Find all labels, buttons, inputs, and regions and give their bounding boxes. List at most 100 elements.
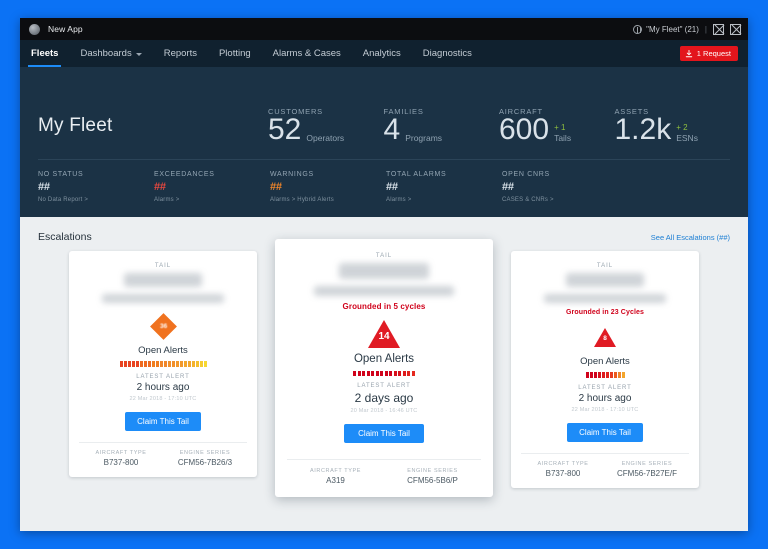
alert-badge-wrapper: 36 [79,309,247,343]
mini-stat-label: NO STATUS [38,171,84,178]
nav-item-label: Alarms & Cases [272,48,341,59]
severity-dot [597,372,601,378]
aircraft-type-label: AIRCRAFT TYPE [537,461,589,467]
latest-alert-time: 2 days ago [354,391,414,405]
page-title: My Fleet [38,115,113,136]
nav-item-fleets[interactable]: Fleets [20,40,69,67]
latest-alert-timestamp: 22 Mar 2018 - 17:10 UTC [129,396,197,402]
card-footer: AIRCRAFT TYPE B737-800 ENGINE SERIES CFM56-… [79,442,247,467]
kpi-side: + 2 ESNs [676,123,698,145]
engine-series-label: ENGINE SERIES [407,468,458,474]
nav-item-label: Dashboards [80,48,132,59]
engine-series-value: CFM56-7B26/3 [177,458,233,467]
tail-label: TAIL [375,253,393,259]
fleet-selector[interactable]: "My Fleet" (21) [633,24,699,34]
mini-stat-link[interactable]: Alarms > Hybrid Alerts [270,197,386,203]
kpi-value-row: 600 + 1 Tails [499,115,615,145]
operator-name-redacted [102,294,224,303]
mini-stat-warnings: WARNINGS ## Alarms > Hybrid Alerts [270,171,386,203]
mini-stat-link[interactable]: Alarms > [386,197,502,203]
latest-alert-label: LATEST ALERT [136,374,190,380]
alert-diamond-icon: 36 [149,312,177,340]
severity-dot [147,361,151,367]
kpi-side: Operators [306,133,344,145]
operator-name-redacted [544,294,666,303]
severity-dot [159,361,163,367]
severity-dot [191,361,195,367]
severity-dot [398,371,402,376]
claim-tail-button[interactable]: Claim This Tail [125,412,201,431]
kpi-value-row: 52 Operators [268,115,384,145]
escalation-card-list: TAIL 36 Open Alerts LATEST ALERT 2 hours ago… [38,239,730,497]
grounded-status: Grounded in 5 cycles [342,302,426,311]
severity-dot [167,361,171,367]
severity-dot [187,361,191,367]
escalation-card[interactable]: TAIL 36 Open Alerts LATEST ALERT 2 hours ago… [69,251,257,477]
mini-stat-link[interactable]: Alarms > [154,197,270,203]
kpi-delta: + 2 [676,123,688,133]
severity-dot [589,372,593,378]
severity-dot [353,371,357,376]
open-alerts-label: Open Alerts [138,345,188,356]
mini-stat-label: TOTAL ALARMS [386,171,447,178]
severity-dot [163,361,167,367]
nav-item-label: Plotting [218,48,251,59]
request-button[interactable]: 1 Request [679,46,738,61]
severity-dot [203,361,207,367]
severity-dot [593,372,597,378]
nav-item-dashboards[interactable]: Dashboards [69,40,152,67]
severity-dot [139,361,143,367]
mini-stat-label: WARNINGS [270,171,314,178]
mini-stat-link[interactable]: No Data Report > [38,197,154,203]
kpi-assets: ASSETS 1.2k + 2 ESNs [615,107,731,145]
latest-alert-label: LATEST ALERT [357,383,411,389]
mini-stat-no-status: NO STATUS ## No Data Report > [38,171,154,203]
severity-dot [585,372,589,378]
kpi-side: Programs [405,133,442,145]
close-icon[interactable] [730,23,741,35]
nav-item-alarms-cases[interactable]: Alarms & Cases [262,40,352,67]
kpi-value: 4 [383,113,401,146]
mini-stat-total-alarms: TOTAL ALARMS ## Alarms > [386,171,502,203]
grounded-status: Grounded in 23 Cycles [566,309,644,316]
severity-dot [375,371,379,376]
escalation-card[interactable]: TAIL Grounded in 23 Cycles 8 Open Alerts LAT… [511,251,699,488]
kpi-list: CUSTOMERS 52 Operators FAMILIES 4 Programs AIR… [268,107,730,145]
escalation-card[interactable]: TAIL Grounded in 5 cycles 14 Open Alerts LAT… [275,239,493,497]
card-footer: AIRCRAFT TYPE A319 ENGINE SERIES CFM56-5B6/… [287,459,481,485]
title-bar: New App "My Fleet" (21) | [20,18,748,40]
aircraft-type-value: B737-800 [103,458,139,467]
app-window: New App "My Fleet" (21) | Fleets Dashboar… [20,18,748,531]
alert-count: 36 [159,322,167,330]
see-all-escalations-link[interactable]: See All Escalations (##) [651,233,730,242]
claim-tail-button[interactable]: Claim This Tail [344,424,424,443]
severity-dot [135,361,139,367]
mini-stat-exceedances: EXCEEDANCES ## Alarms > [154,171,270,203]
severity-dot [402,371,406,376]
nav-item-reports[interactable]: Reports [153,40,208,67]
severity-dot [362,371,366,376]
mini-stat-value: ## [154,181,166,193]
kpi-unit: Programs [405,132,443,143]
severity-dot [371,371,375,376]
nav-item-diagnostics[interactable]: Diagnostics [412,40,483,67]
minimize-icon[interactable] [713,23,724,35]
kpi-unit: Tails [554,132,572,143]
mini-stat-label: EXCEEDANCES [154,171,215,178]
fleet-hero: My Fleet CUSTOMERS 52 Operators FAMILIES 4 Pr… [20,67,748,217]
severity-dot [609,372,613,378]
mini-stat-value: ## [386,181,398,193]
tail-number-redacted [339,263,429,279]
mini-stat-value: ## [270,181,282,193]
claim-tail-button[interactable]: Claim This Tail [567,423,643,442]
severity-dot [183,361,187,367]
kpi-side: + 1 Tails [554,123,572,145]
kpi-value: 52 [268,113,302,146]
mini-stat-label: OPEN CNRS [502,171,550,178]
aircraft-type-label: AIRCRAFT TYPE [95,450,147,456]
nav-item-analytics[interactable]: Analytics [352,40,412,67]
kpi-families: FAMILIES 4 Programs [384,107,500,145]
mini-stat-link[interactable]: CASES & CNRs > [502,197,618,203]
kpi-customers: CUSTOMERS 52 Operators [268,107,384,145]
nav-item-plotting[interactable]: Plotting [208,40,262,67]
